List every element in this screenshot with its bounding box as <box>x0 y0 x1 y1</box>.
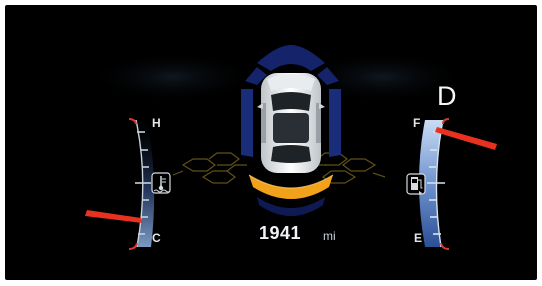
rear-sensor-alert-arc <box>249 175 333 199</box>
left-side-sensor-zone <box>241 89 253 157</box>
fuel-full-label: F <box>413 116 421 130</box>
coolant-temperature-icon <box>151 172 171 194</box>
car-top-view-icon <box>257 73 325 173</box>
fuel-gauge <box>406 118 497 250</box>
temperature-low-label: C <box>152 231 161 245</box>
temperature-needle <box>85 210 142 223</box>
fuel-empty-label: E <box>414 231 423 245</box>
fuel-needle <box>435 127 497 150</box>
front-sensor-zone <box>257 45 325 71</box>
instrument-cluster: D H C F E 1941 mi <box>5 5 537 280</box>
right-side-sensor-zone <box>329 89 341 157</box>
rear-sensor-zone-outer <box>257 197 325 216</box>
ambient-haze <box>88 51 258 103</box>
temperature-gauge <box>85 118 171 250</box>
odometer-unit: mi <box>323 229 336 243</box>
gear-indicator: D <box>437 81 457 111</box>
odometer-value: 1941 <box>259 223 302 243</box>
hex-grid-left <box>172 152 247 184</box>
temperature-high-label: H <box>152 116 161 130</box>
fuel-pump-icon <box>406 173 426 195</box>
